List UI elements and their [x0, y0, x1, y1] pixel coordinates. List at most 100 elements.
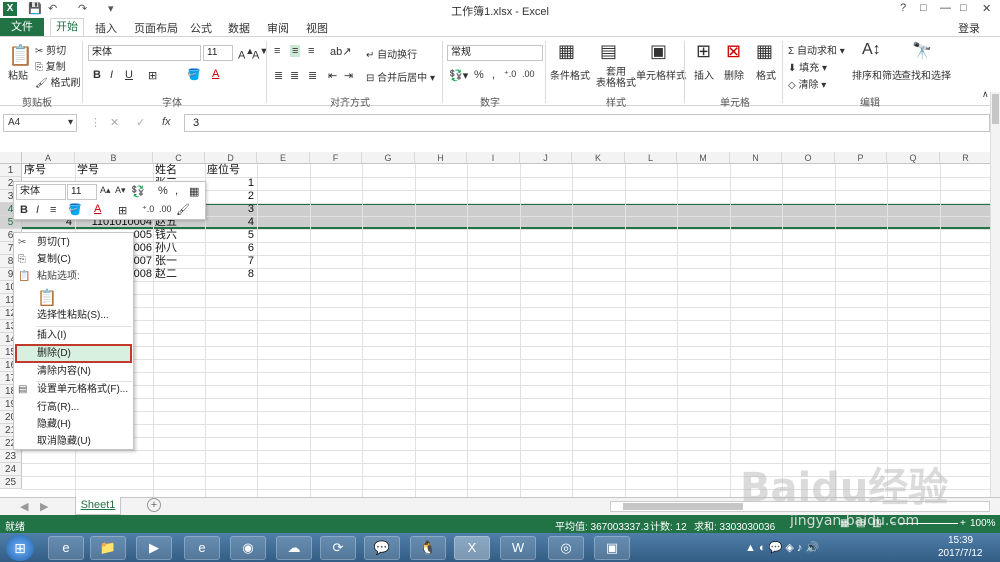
border-icon[interactable]: ⊞ [148, 69, 157, 82]
ie2-icon[interactable]: e [184, 536, 220, 560]
tab-review[interactable]: 审阅 [267, 20, 289, 36]
column-header-M[interactable]: M [677, 152, 730, 164]
zoom-in-icon[interactable]: + [960, 518, 966, 529]
number-format-select[interactable]: 常规 [447, 45, 543, 61]
menu-cut[interactable]: ✂ 剪切(T) [14, 234, 133, 251]
menu-delete[interactable]: 删除(D) [15, 344, 132, 363]
cell-D3[interactable]: 2 [205, 190, 254, 203]
cell-D9[interactable]: 8 [205, 268, 254, 281]
autosum-button[interactable]: Σ 自动求和 ▾ [788, 42, 845, 57]
mini-font-select[interactable]: 宋体 [16, 184, 66, 200]
column-header-K[interactable]: K [572, 152, 625, 164]
align-left-icon[interactable]: ≣ [274, 69, 283, 82]
tab-page-layout[interactable]: 页面布局 [134, 20, 178, 36]
tab-formulas[interactable]: 公式 [190, 20, 212, 36]
ie-icon[interactable]: e [48, 536, 84, 560]
underline-button[interactable]: U [125, 69, 133, 81]
cell-B1[interactable]: 学号 [77, 164, 99, 177]
ribbon-display-icon[interactable]: □ [920, 2, 927, 14]
column-header-I[interactable]: I [467, 152, 520, 164]
increase-indent-icon[interactable]: ⇥ [344, 69, 353, 82]
align-top-icon[interactable]: ≡ [274, 45, 280, 57]
tool-icon[interactable]: ▣ [594, 536, 630, 560]
add-sheet-icon[interactable]: + [147, 498, 161, 512]
tab-home[interactable]: 开始 [50, 18, 84, 36]
cloud-icon[interactable]: ☁ [276, 536, 312, 560]
clock-time[interactable]: 15:39 [948, 535, 973, 546]
minimize-icon[interactable]: — [940, 2, 951, 14]
mini-italic-button[interactable]: I [36, 204, 39, 216]
cell-styles-button[interactable]: 单元格样式 [636, 67, 686, 82]
cell-D8[interactable]: 7 [205, 255, 254, 268]
media-player-icon[interactable]: ▶ [136, 536, 172, 560]
column-header-F[interactable]: F [310, 152, 362, 164]
tab-file[interactable]: 文件 [0, 18, 44, 36]
column-header-L[interactable]: L [625, 152, 677, 164]
mini-fill-color-icon[interactable]: 🪣 [68, 203, 82, 216]
cell-styles-icon[interactable]: ▣ [650, 41, 667, 62]
percent-button[interactable]: % [474, 69, 484, 81]
h-scroll-thumb[interactable] [623, 503, 743, 510]
mini-bold-button[interactable]: B [20, 204, 28, 216]
mini-grow-font-icon[interactable]: A▴ [100, 185, 111, 196]
enter-icon[interactable]: ✓ [136, 116, 145, 129]
menu-format-cells[interactable]: ▤ 设置单元格格式(F)... [14, 381, 133, 398]
collapse-ribbon-icon[interactable]: ∧ [982, 89, 989, 100]
scroll-thumb[interactable] [992, 94, 999, 124]
chrome-icon[interactable]: ◉ [230, 536, 266, 560]
row-header-1[interactable]: 1 [0, 164, 22, 177]
cancel-icon[interactable]: ✕ [110, 116, 119, 129]
decrease-decimal-icon[interactable]: .00 [522, 69, 535, 79]
binoculars-icon[interactable]: 🔭 [912, 41, 932, 61]
mini-shrink-font-icon[interactable]: A▾ [115, 185, 126, 196]
format-as-table-button[interactable]: 套用 表格格式 [596, 67, 636, 89]
sort-filter-button[interactable]: 排序和筛选 [852, 67, 902, 82]
format-as-table-icon[interactable]: ▤ [600, 41, 617, 62]
select-all-corner[interactable] [0, 152, 22, 164]
delete-cells-button[interactable]: 删除 [724, 67, 744, 82]
next-sheet-icon[interactable]: ▶ [40, 500, 48, 513]
excel-taskbar-icon[interactable]: X [454, 536, 490, 560]
font-size-select[interactable]: 11 [203, 45, 233, 61]
find-select-button[interactable]: 查找和选择 [901, 67, 951, 82]
accounting-format-icon[interactable]: 💱▾ [449, 69, 468, 82]
column-header-D[interactable]: D [205, 152, 257, 164]
cell-C9[interactable]: 赵二 [155, 268, 177, 281]
menu-insert[interactable]: 插入(I) [14, 327, 133, 344]
close-icon[interactable]: ✕ [982, 2, 991, 15]
column-header-N[interactable]: N [730, 152, 782, 164]
paste-button[interactable]: 粘贴 [8, 67, 28, 82]
mini-percent-button[interactable]: % [158, 185, 168, 197]
menu-paste-special[interactable]: 选择性粘贴(S)... [14, 307, 133, 324]
align-right-icon[interactable]: ≣ [308, 69, 317, 82]
menu-clear-contents[interactable]: 清除内容(N) [14, 363, 133, 380]
column-header-P[interactable]: P [835, 152, 887, 164]
mini-comma-button[interactable]: , [175, 185, 178, 197]
zoom-level[interactable]: 100% [970, 518, 996, 529]
font-name-select[interactable]: 宋体 [88, 45, 201, 61]
format-painter-button[interactable]: 🖌 格式刷 [35, 74, 80, 89]
browser-icon[interactable]: ⟳ [320, 536, 356, 560]
mini-format-table-icon[interactable]: ▦ [189, 185, 199, 198]
paste-icon[interactable]: 📋 [8, 43, 33, 68]
fill-button[interactable]: ⬇ 填充 ▾ [788, 59, 827, 74]
insert-cells-button[interactable]: 插入 [694, 67, 714, 82]
column-header-B[interactable]: B [75, 152, 153, 164]
wrap-text-button[interactable]: ↵ 自动换行 [366, 46, 417, 61]
cell-C8[interactable]: 张一 [155, 255, 177, 268]
merge-center-button[interactable]: ⊟ 合并后居中 ▾ [366, 69, 435, 84]
wechat-icon[interactable]: 💬 [364, 536, 400, 560]
increase-decimal-icon[interactable]: ⁺.0 [504, 69, 516, 80]
prev-sheet-icon[interactable]: ◀ [20, 500, 28, 513]
sheet-tab-sheet1[interactable]: Sheet1 [75, 497, 121, 515]
insert-cells-icon[interactable]: ⊞ [696, 41, 711, 62]
formula-input[interactable]: 3 [184, 114, 990, 132]
name-box[interactable]: A4 ▾ [3, 114, 77, 132]
tab-data[interactable]: 数据 [228, 20, 250, 36]
delete-cells-icon[interactable]: ⊠ [726, 41, 741, 62]
fill-color-icon[interactable]: 🪣 [187, 68, 201, 81]
mini-increase-decimal-icon[interactable]: ⁺.0 [142, 204, 154, 215]
cell-C6[interactable]: 钱六 [155, 229, 177, 242]
cell-C7[interactable]: 孙八 [155, 242, 177, 255]
tray-icons[interactable]: ▲ ◐ 💬 ◈ ♪ 🔊 [745, 541, 819, 554]
